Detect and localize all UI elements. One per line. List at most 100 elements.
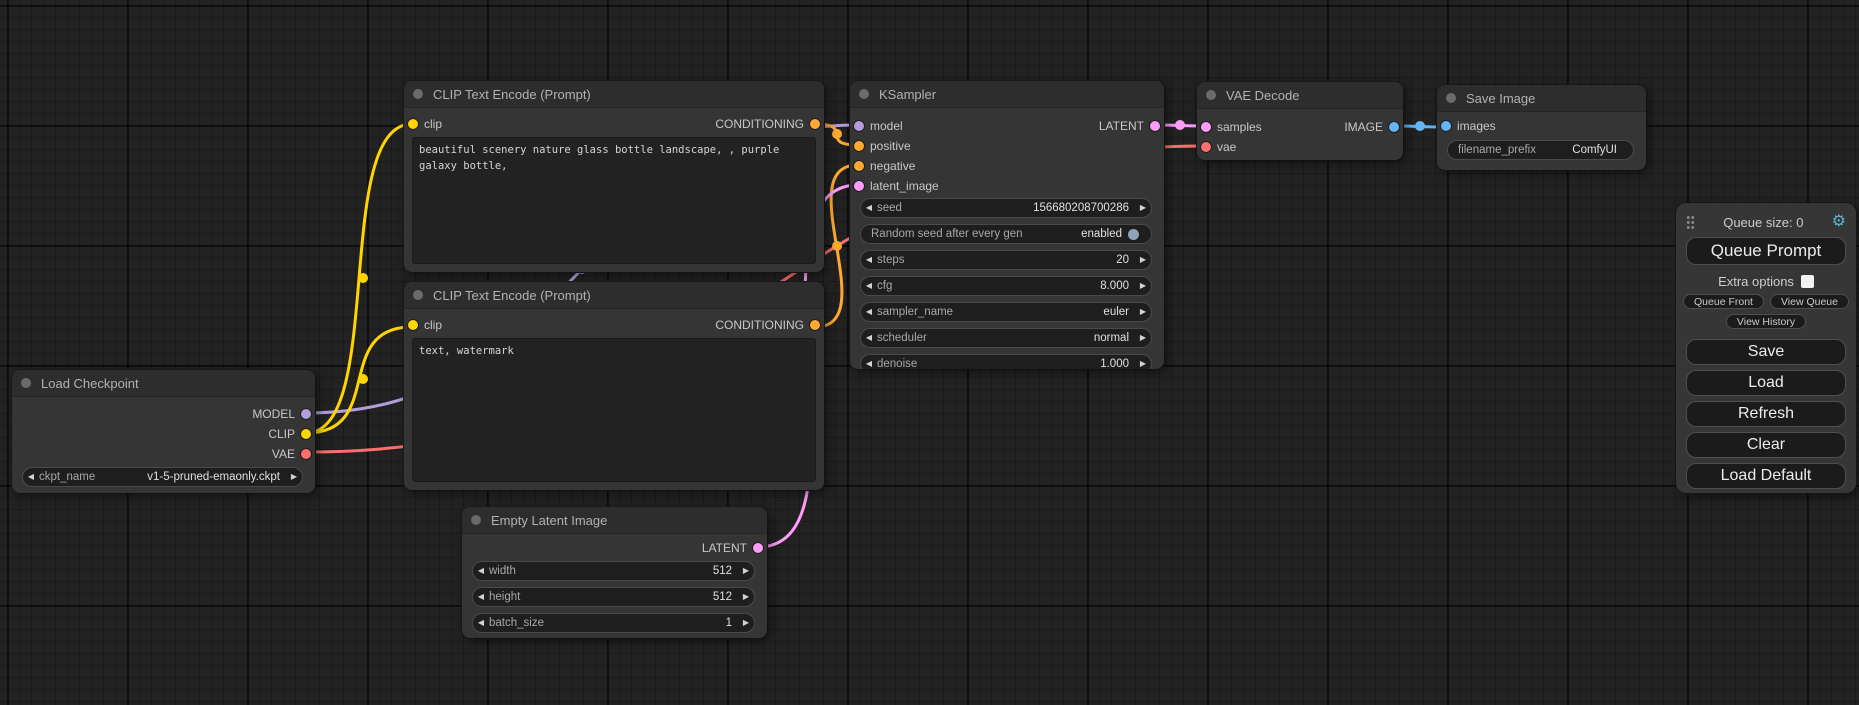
slot-label-latent: LATENT xyxy=(702,541,747,555)
view-queue-button[interactable]: View Queue xyxy=(1770,294,1849,309)
right-arrow-icon[interactable]: ▶ xyxy=(738,562,754,580)
node-titlebar[interactable]: Empty Latent Image xyxy=(462,507,767,534)
node-ksampler[interactable]: KSampler model LATENT positive negative … xyxy=(850,81,1164,369)
cfg-widget[interactable]: ◀ cfg 8.000 ▶ xyxy=(860,276,1152,296)
ckpt-name-widget[interactable]: ◀ ckpt_name v1-5-pruned-emaonly.ckpt ▶ xyxy=(22,467,303,487)
input-dot-vae[interactable] xyxy=(1201,142,1211,152)
queue-front-button[interactable]: Queue Front xyxy=(1683,294,1764,309)
widget-label: steps xyxy=(877,254,905,266)
output-dot-latent[interactable] xyxy=(1150,121,1160,131)
node-titlebar[interactable]: KSampler xyxy=(850,81,1164,108)
left-arrow-icon[interactable]: ◀ xyxy=(861,355,877,369)
widget-value: 512 xyxy=(520,591,738,603)
link-midpoint-dot[interactable] xyxy=(358,374,368,384)
height-widget[interactable]: ◀ height 512 ▶ xyxy=(472,587,755,607)
node-clip-text-encode-negative[interactable]: CLIP Text Encode (Prompt) clip CONDITION… xyxy=(404,282,824,490)
input-dot-samples[interactable] xyxy=(1201,122,1211,132)
right-arrow-icon[interactable]: ▶ xyxy=(1135,277,1151,295)
right-arrow-icon[interactable]: ▶ xyxy=(738,614,754,632)
collapse-dot-icon[interactable] xyxy=(413,89,423,99)
output-dot-latent[interactable] xyxy=(753,543,763,553)
right-arrow-icon[interactable]: ▶ xyxy=(1135,303,1151,321)
slot-label-samples: samples xyxy=(1217,120,1262,134)
output-dot-vae[interactable] xyxy=(301,449,311,459)
collapse-dot-icon[interactable] xyxy=(21,378,31,388)
drag-handle-icon[interactable] xyxy=(1686,215,1695,229)
toggle-on-icon[interactable] xyxy=(1128,229,1139,240)
seed-widget[interactable]: ◀ seed 156680208700286 ▶ xyxy=(860,198,1152,218)
output-dot-clip[interactable] xyxy=(301,429,311,439)
collapse-dot-icon[interactable] xyxy=(1446,93,1456,103)
input-dot-negative[interactable] xyxy=(854,161,864,171)
load-button[interactable]: Load xyxy=(1686,370,1846,396)
node-save-image[interactable]: Save Image images filename_prefix ComfyU… xyxy=(1437,85,1646,170)
left-arrow-icon[interactable]: ◀ xyxy=(473,614,489,632)
link-midpoint-dot[interactable] xyxy=(832,129,842,139)
node-titlebar[interactable]: CLIP Text Encode (Prompt) xyxy=(404,282,824,309)
node-titlebar[interactable]: Load Checkpoint xyxy=(12,370,315,397)
clear-button[interactable]: Clear xyxy=(1686,432,1846,458)
node-titlebar[interactable]: Save Image xyxy=(1437,85,1646,112)
right-arrow-icon[interactable]: ▶ xyxy=(286,468,302,486)
collapse-dot-icon[interactable] xyxy=(1206,90,1216,100)
left-arrow-icon[interactable]: ◀ xyxy=(861,251,877,269)
link-midpoint-dot[interactable] xyxy=(1175,120,1185,130)
random-seed-toggle-widget[interactable]: Random seed after every gen enabled xyxy=(860,224,1152,244)
link-midpoint-dot[interactable] xyxy=(1415,121,1425,131)
left-arrow-icon[interactable]: ◀ xyxy=(861,303,877,321)
right-arrow-icon[interactable]: ▶ xyxy=(738,588,754,606)
left-arrow-icon[interactable]: ◀ xyxy=(23,468,39,486)
link-midpoint-dot[interactable] xyxy=(832,241,842,251)
left-arrow-icon[interactable]: ◀ xyxy=(861,329,877,347)
collapse-dot-icon[interactable] xyxy=(859,89,869,99)
view-history-button[interactable]: View History xyxy=(1726,314,1806,329)
link-midpoint-dot[interactable] xyxy=(358,273,368,283)
steps-widget[interactable]: ◀ steps 20 ▶ xyxy=(860,250,1152,270)
collapse-dot-icon[interactable] xyxy=(413,290,423,300)
batch-size-widget[interactable]: ◀ batch_size 1 ▶ xyxy=(472,613,755,633)
scheduler-widget[interactable]: ◀ scheduler normal ▶ xyxy=(860,328,1152,348)
node-titlebar[interactable]: VAE Decode xyxy=(1197,82,1403,109)
left-arrow-icon[interactable]: ◀ xyxy=(473,562,489,580)
queue-prompt-button[interactable]: Queue Prompt xyxy=(1686,237,1846,265)
right-arrow-icon[interactable]: ▶ xyxy=(1135,251,1151,269)
save-button[interactable]: Save xyxy=(1686,339,1846,365)
input-dot-latent-image[interactable] xyxy=(854,181,864,191)
node-empty-latent-image[interactable]: Empty Latent Image LATENT ◀ width 512 ▶ … xyxy=(462,507,767,638)
extra-options-checkbox[interactable] xyxy=(1801,275,1814,288)
left-arrow-icon[interactable]: ◀ xyxy=(861,199,877,217)
node-title: CLIP Text Encode (Prompt) xyxy=(433,87,591,102)
input-dot-clip[interactable] xyxy=(408,320,418,330)
right-arrow-icon[interactable]: ▶ xyxy=(1135,199,1151,217)
settings-gear-icon[interactable]: ⚙ xyxy=(1832,214,1846,230)
right-arrow-icon[interactable]: ▶ xyxy=(1135,329,1151,347)
slot-label-clip: clip xyxy=(424,117,442,131)
node-vae-decode[interactable]: VAE Decode samples IMAGE vae xyxy=(1197,82,1403,160)
node-titlebar[interactable]: CLIP Text Encode (Prompt) xyxy=(404,81,824,108)
node-graph-canvas[interactable]: CLIP Text Encode (Prompt) clip CONDITION… xyxy=(0,0,1859,705)
sampler-name-widget[interactable]: ◀ sampler_name euler ▶ xyxy=(860,302,1152,322)
node-load-checkpoint[interactable]: Load Checkpoint MODEL CLIP VAE ◀ ckpt_na… xyxy=(12,370,315,493)
right-arrow-icon[interactable]: ▶ xyxy=(1135,355,1151,369)
output-dot-conditioning[interactable] xyxy=(810,119,820,129)
output-dot-model[interactable] xyxy=(301,409,311,419)
filename-prefix-widget[interactable]: filename_prefix ComfyUI xyxy=(1447,140,1634,160)
output-dot-image[interactable] xyxy=(1389,122,1399,132)
input-dot-positive[interactable] xyxy=(854,141,864,151)
denoise-widget[interactable]: ◀ denoise 1.000 ▶ xyxy=(860,354,1152,369)
output-dot-conditioning[interactable] xyxy=(810,320,820,330)
refresh-button[interactable]: Refresh xyxy=(1686,401,1846,427)
positive-prompt-textarea[interactable]: beautiful scenery nature glass bottle la… xyxy=(412,137,816,264)
node-clip-text-encode-positive[interactable]: CLIP Text Encode (Prompt) clip CONDITION… xyxy=(404,81,824,272)
collapse-dot-icon[interactable] xyxy=(471,515,481,525)
left-arrow-icon[interactable]: ◀ xyxy=(473,588,489,606)
slot-label-clip: clip xyxy=(424,318,442,332)
node-title: KSampler xyxy=(879,87,936,102)
input-dot-images[interactable] xyxy=(1441,121,1451,131)
left-arrow-icon[interactable]: ◀ xyxy=(861,277,877,295)
input-dot-clip[interactable] xyxy=(408,119,418,129)
width-widget[interactable]: ◀ width 512 ▶ xyxy=(472,561,755,581)
input-dot-model[interactable] xyxy=(854,121,864,131)
negative-prompt-textarea[interactable]: text, watermark xyxy=(412,338,816,482)
load-default-button[interactable]: Load Default xyxy=(1686,463,1846,489)
